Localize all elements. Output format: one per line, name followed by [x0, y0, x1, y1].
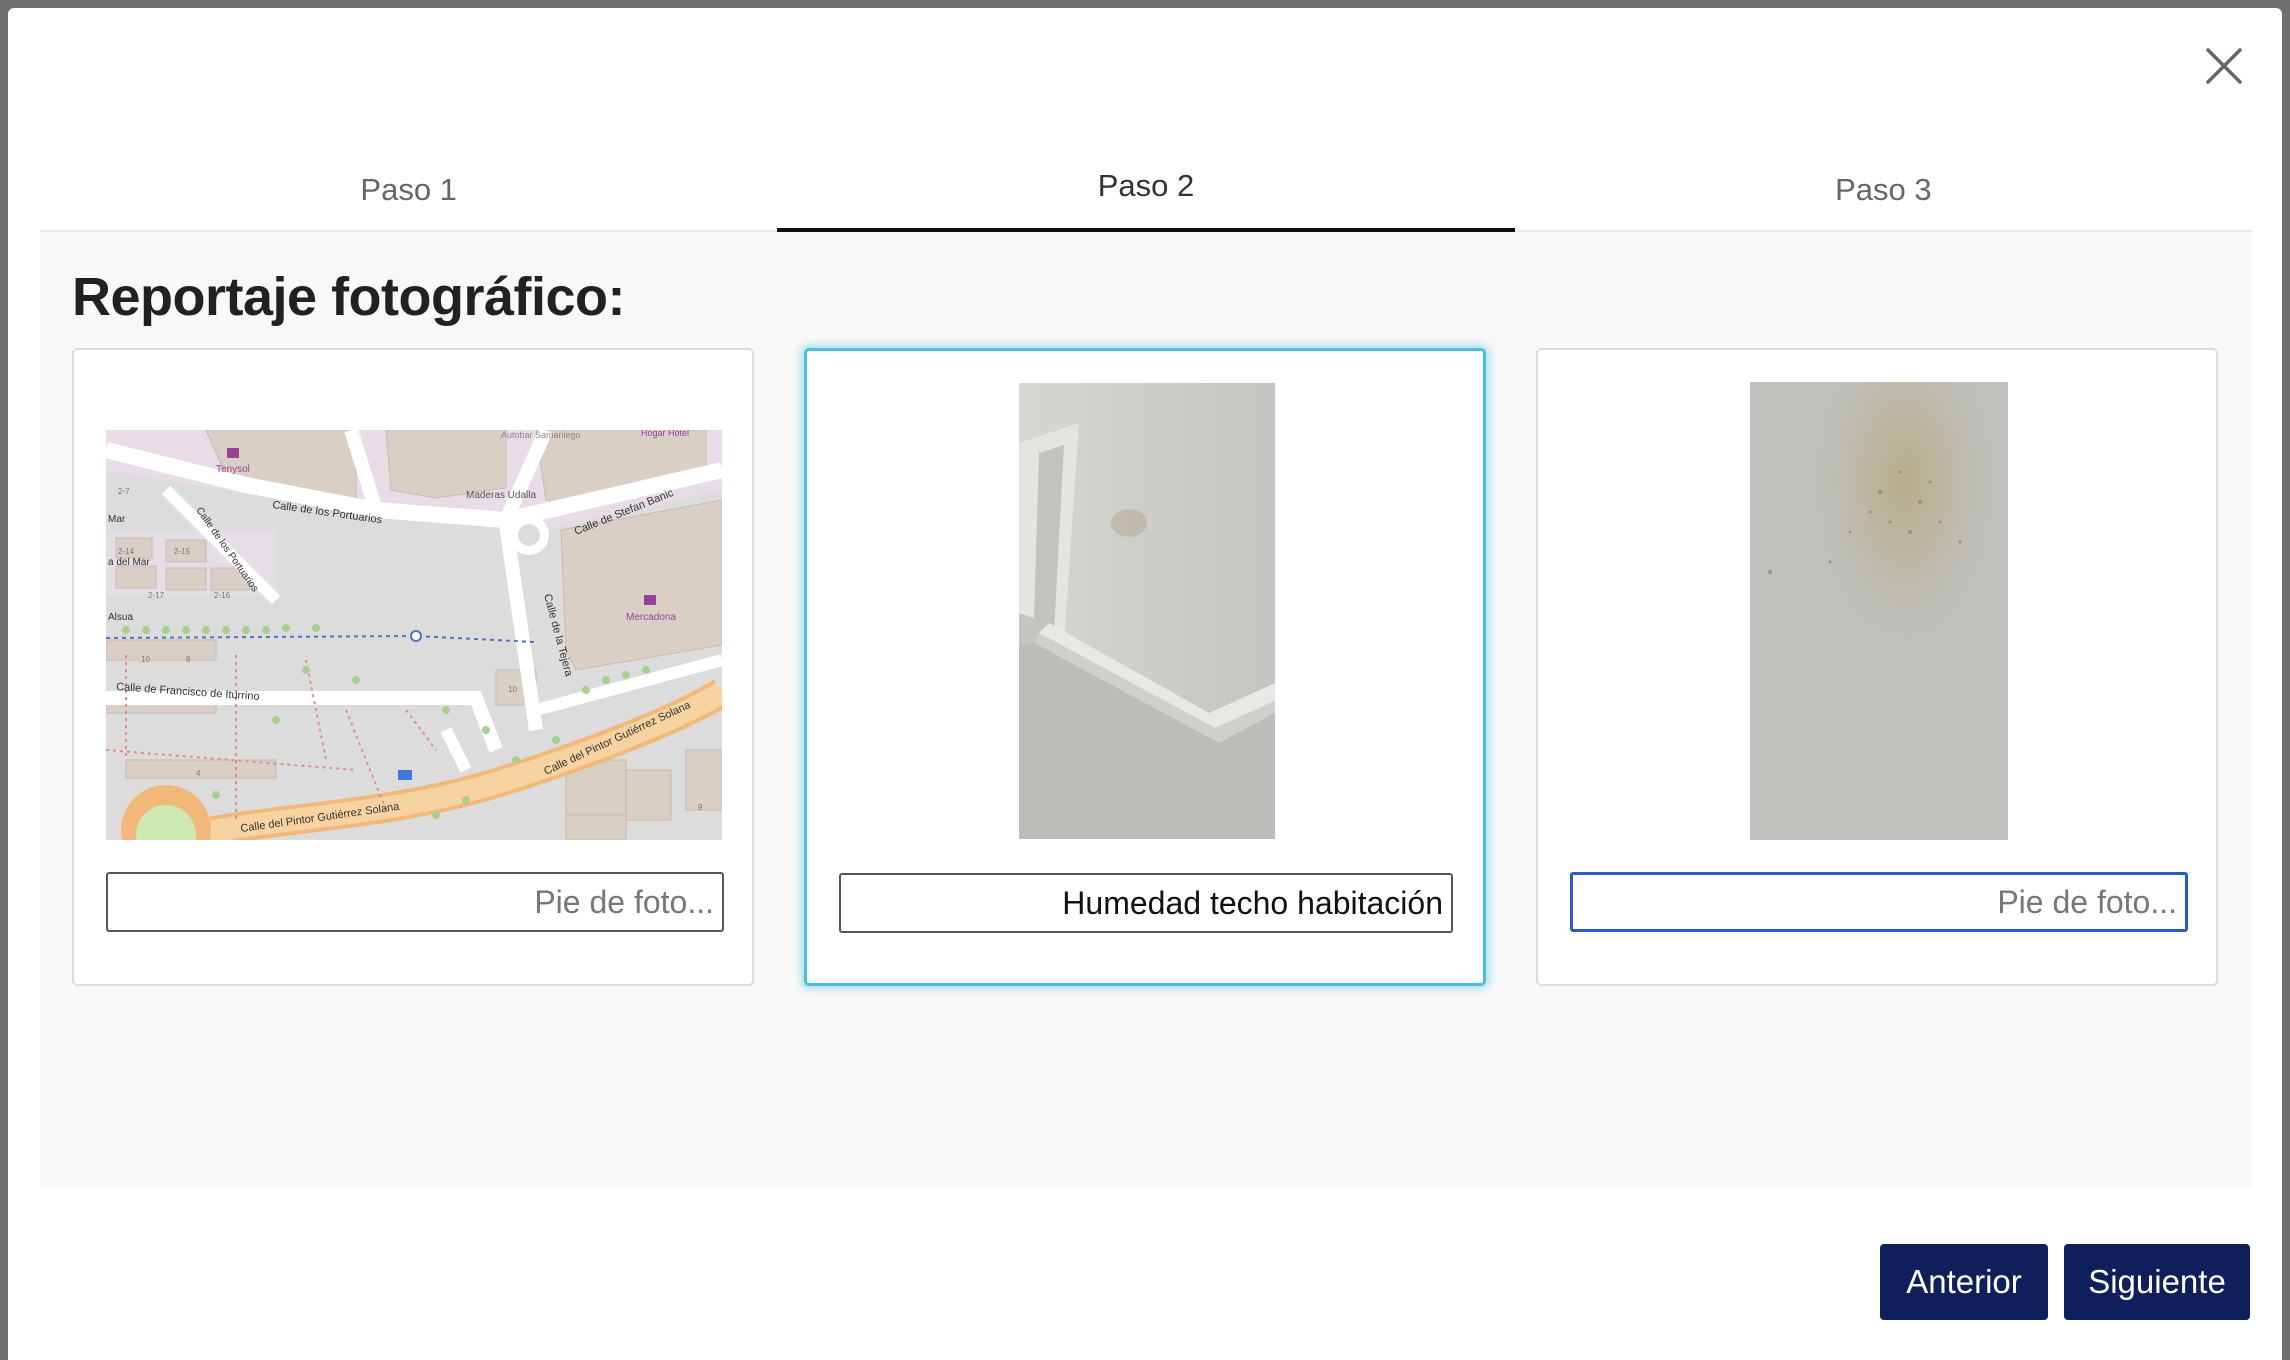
map-label: 2-7: [118, 487, 130, 496]
tab-label: Paso 2: [1097, 168, 1195, 203]
map-label: Mar: [108, 514, 126, 525]
map-label: Tenysol: [216, 464, 250, 475]
map-label: 2-14: [118, 547, 135, 556]
tab-label: Paso 3: [1835, 172, 1932, 207]
map-label: 2-16: [214, 591, 231, 600]
map-label: 10: [141, 655, 150, 664]
tab-paso-1[interactable]: Paso 1: [40, 148, 777, 230]
map-label: Alsua: [108, 612, 133, 623]
map-label: 8: [186, 655, 191, 664]
shop-icon: [227, 448, 239, 458]
next-button[interactable]: Siguiente: [2064, 1244, 2250, 1320]
map-label: 2-17: [148, 591, 165, 600]
tab-label: Paso 1: [360, 172, 457, 207]
photo-report-modal: Paso 1 Paso 2 Paso 3 Reportaje fotográfi…: [8, 8, 2282, 1360]
tab-paso-3[interactable]: Paso 3: [1515, 148, 2252, 230]
map-image: Tenysol Autobar Samaniego Hogar Hotel Ma…: [106, 430, 722, 840]
map-label: a del Mar: [108, 557, 150, 568]
photo-caption-input[interactable]: [1570, 872, 2188, 932]
map-label: Hogar Hotel: [641, 430, 689, 438]
map-label: 10: [508, 685, 517, 694]
map-label: 2-15: [174, 547, 191, 556]
map-label: Maderas Udalla: [466, 490, 536, 501]
page-title: Reportaje fotográfico:: [72, 267, 626, 327]
map-label: 4: [196, 769, 201, 778]
ceiling-photo: [1019, 383, 1275, 839]
tab-paso-2[interactable]: Paso 2: [777, 148, 1515, 234]
photo-card-map[interactable]: Tenysol Autobar Samaniego Hogar Hotel Ma…: [72, 348, 754, 986]
previous-button[interactable]: Anterior: [1880, 1244, 2048, 1320]
photo-caption-input[interactable]: [106, 872, 724, 932]
step-tabs: Paso 1 Paso 2 Paso 3: [40, 148, 2252, 234]
shop-icon: [644, 595, 656, 605]
wall-stain-photo: [1750, 382, 2008, 840]
photo-card-wall-stain[interactable]: [1536, 348, 2218, 986]
map-label: 9: [698, 803, 703, 812]
photo-caption-input[interactable]: [839, 873, 1453, 933]
photo-card-ceiling[interactable]: [804, 348, 1486, 986]
step-panel: Reportaje fotográfico: Tenysol Autobar S…: [40, 232, 2252, 1188]
map-label: Mercadona: [626, 612, 676, 623]
bus-stop-icon: [398, 770, 412, 780]
map-label: Autobar Samaniego: [501, 430, 581, 440]
close-icon[interactable]: [2202, 44, 2246, 88]
